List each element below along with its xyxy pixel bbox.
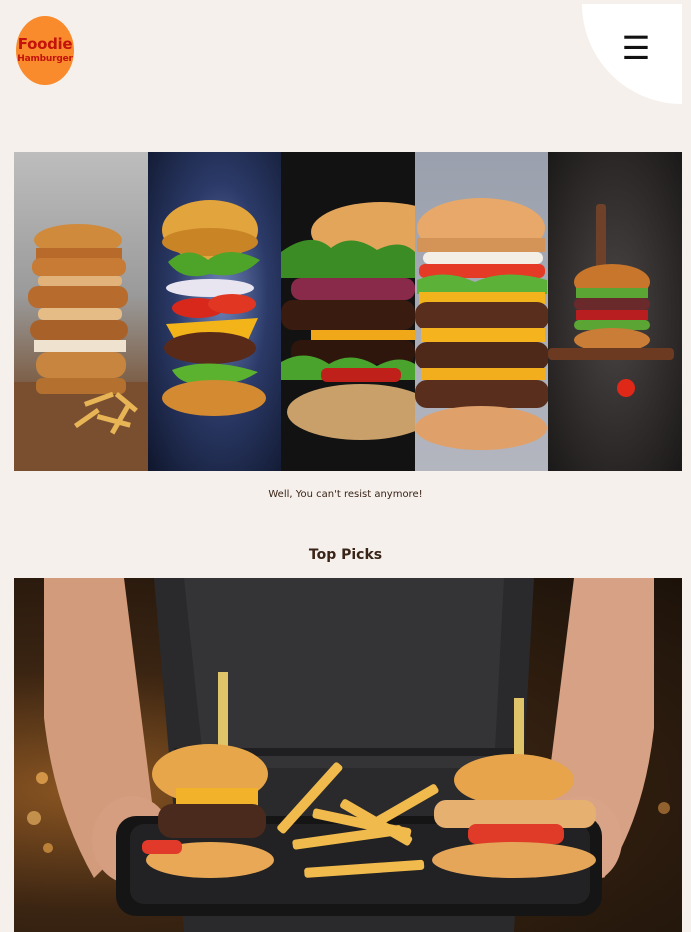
floating-burger-image [161,200,266,416]
top-picks-feature-image[interactable] [14,578,682,932]
cheeseburger-image [414,198,549,450]
logo-subtitle: Hamburger [17,54,73,64]
hero-panel-stacked-chicken-burger [14,152,148,471]
hero-panel-knife-burger [548,152,682,471]
hero-panel-cheeseburger [414,152,549,471]
section-title-top-picks: Top Picks [308,547,383,563]
menu-icon: ☰ [621,29,651,67]
logo-title: Foodie [17,35,73,53]
knife-burger-image [548,204,675,397]
hero-panel-lettuce-burger [281,152,415,471]
page: Foodie Hamburger ☰ Well, You can't resis… [0,0,691,932]
burger-tray-image [27,578,670,932]
hero-panel-floating-burger [147,152,282,471]
hamburger-menu-button[interactable]: ☰ [612,26,660,70]
stacked-burger-image [14,224,148,471]
hero-caption: Well, You can't resist anymore! [268,489,423,500]
brand-logo[interactable]: Foodie Hamburger [16,16,74,85]
hero-burger-collage [14,152,682,471]
lettuce-burger-image [281,202,415,440]
